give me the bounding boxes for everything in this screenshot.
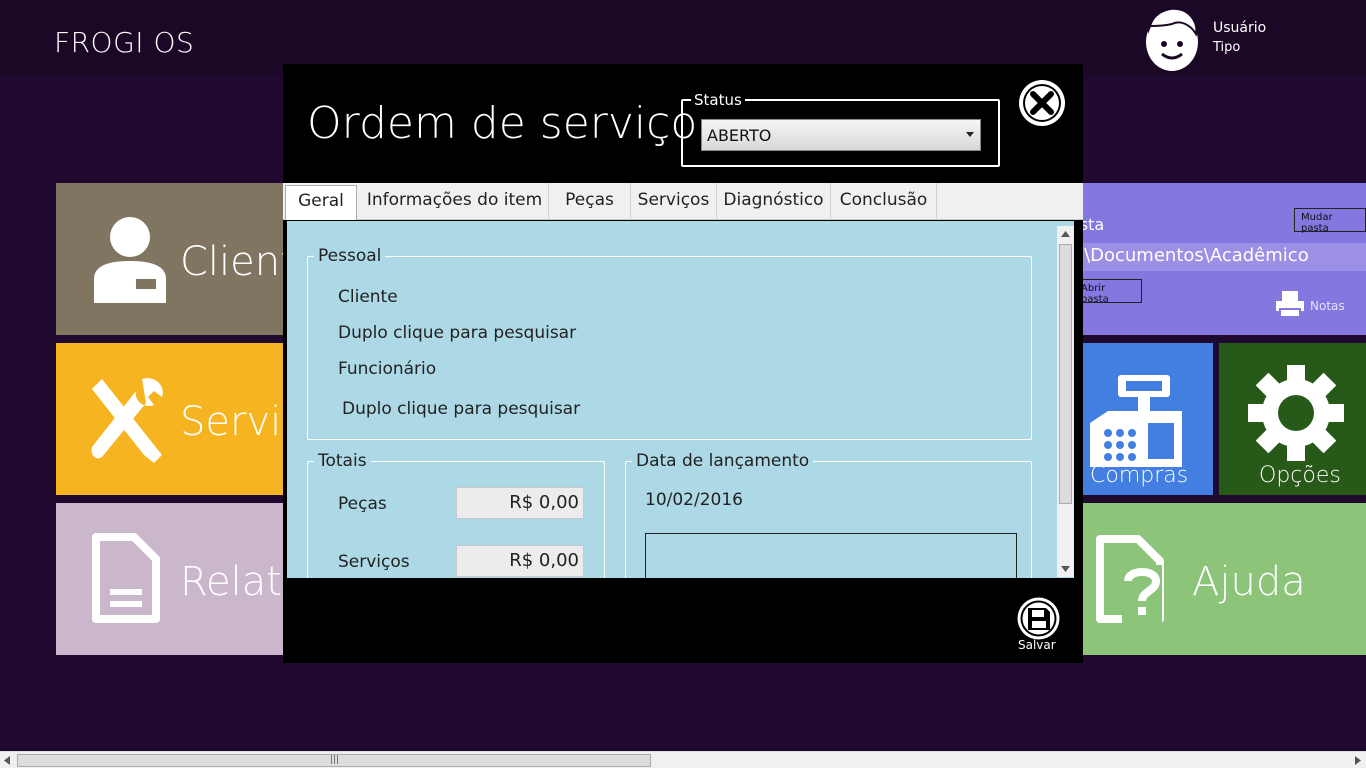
tab-pecas[interactable]: Peças bbox=[549, 183, 631, 220]
horizontal-scroll-thumb[interactable]: ||| bbox=[17, 754, 651, 767]
totais-group: Totais Peças R$ 0,00 Serviços R$ 0,00 bbox=[307, 451, 605, 578]
tile-ajuda[interactable]: Ajuda bbox=[1070, 503, 1366, 655]
tab-conclusao[interactable]: Conclusão bbox=[831, 183, 937, 220]
cliente-search-field[interactable]: Duplo clique para pesquisar bbox=[338, 323, 576, 343]
tile-pasta: asta Mudar pasta :\Documentos\Acadêmico … bbox=[1070, 183, 1366, 335]
tab-diagnostico[interactable]: Diagnóstico bbox=[717, 183, 831, 220]
tile-ajuda-label: Ajuda bbox=[1192, 559, 1306, 605]
data-lancamento-group: Data de lançamento 10/02/2016 bbox=[625, 451, 1032, 578]
scroll-down-icon[interactable] bbox=[1061, 566, 1070, 572]
scrollbar-thumb[interactable] bbox=[1059, 244, 1072, 504]
calendar-box[interactable] bbox=[645, 533, 1017, 578]
user-type: Tipo bbox=[1213, 40, 1241, 55]
tile-relatorios[interactable]: Relató bbox=[56, 503, 296, 655]
save-label[interactable]: Salvar bbox=[1018, 638, 1056, 652]
funcionario-label: Funcionário bbox=[338, 359, 437, 379]
scroll-left-icon[interactable] bbox=[4, 756, 10, 765]
dialog-title: Ordem de serviço bbox=[307, 98, 698, 149]
abrir-pasta-button[interactable]: Abrir pasta bbox=[1074, 279, 1142, 305]
cliente-label: Cliente bbox=[338, 287, 398, 307]
grip-icon: ||| bbox=[330, 755, 340, 765]
user-face-icon[interactable] bbox=[1140, 4, 1204, 72]
tile-relatorios-label: Relató bbox=[180, 559, 296, 605]
status-select[interactable]: ABERTO bbox=[701, 119, 981, 151]
tile-servicos-label: Serviço bbox=[180, 399, 296, 445]
user-name: Usuário bbox=[1213, 20, 1267, 36]
servicos-total-field[interactable]: R$ 0,00 bbox=[456, 545, 584, 577]
user-icon bbox=[94, 217, 166, 303]
status-value: ABERTO bbox=[707, 126, 772, 145]
tab-servicos[interactable]: Serviços bbox=[631, 183, 717, 220]
tile-servicos[interactable]: Serviço bbox=[56, 343, 296, 495]
tile-opcoes-label: Opções bbox=[1259, 463, 1341, 488]
tile-clientes[interactable]: Cliente bbox=[56, 183, 296, 335]
servicos-label: Serviços bbox=[338, 552, 410, 572]
close-icon[interactable] bbox=[1016, 77, 1068, 129]
geral-panel: Pessoal Cliente Duplo clique para pesqui… bbox=[287, 221, 1074, 578]
notas-label[interactable]: Notas bbox=[1310, 299, 1345, 313]
tab-informacoes-item[interactable]: Informações do item bbox=[361, 183, 549, 220]
tab-bar: Geral Informações do item Peças Serviços… bbox=[283, 183, 1083, 220]
scroll-right-icon[interactable] bbox=[1355, 756, 1361, 765]
data-lancamento-value[interactable]: 10/02/2016 bbox=[645, 490, 743, 510]
chevron-down-icon bbox=[966, 132, 974, 137]
window-horizontal-scrollbar[interactable]: ||| bbox=[0, 751, 1366, 768]
status-legend: Status bbox=[691, 91, 745, 109]
totais-legend: Totais bbox=[314, 451, 371, 471]
cash-register-icon bbox=[1090, 375, 1182, 467]
panel-scrollbar[interactable] bbox=[1057, 226, 1074, 577]
save-icon[interactable] bbox=[1016, 596, 1061, 641]
funcionario-search-field[interactable]: Duplo clique para pesquisar bbox=[342, 399, 580, 419]
tab-geral[interactable]: Geral bbox=[285, 185, 357, 220]
tile-opcoes[interactable]: Opções bbox=[1219, 343, 1366, 495]
status-group: Status ABERTO bbox=[681, 91, 1000, 167]
data-lancamento-legend: Data de lançamento bbox=[632, 451, 814, 471]
document-icon bbox=[92, 533, 160, 623]
pecas-total-field[interactable]: R$ 0,00 bbox=[456, 487, 584, 519]
mudar-pasta-button[interactable]: Mudar pasta bbox=[1294, 208, 1366, 234]
pasta-path: :\Documentos\Acadêmico bbox=[1070, 243, 1366, 271]
scroll-up-icon[interactable] bbox=[1061, 231, 1070, 237]
help-document-icon bbox=[1096, 535, 1164, 623]
tools-icon bbox=[91, 378, 163, 463]
pecas-label: Peças bbox=[338, 494, 387, 514]
pessoal-group: Pessoal Cliente Duplo clique para pesqui… bbox=[307, 246, 1032, 440]
tile-compras[interactable]: Compras bbox=[1070, 343, 1213, 495]
printer-icon[interactable] bbox=[1274, 289, 1306, 319]
gear-icon bbox=[1248, 365, 1344, 461]
ordem-servico-dialog: Ordem de serviço Status ABERTO Geral Inf… bbox=[283, 64, 1083, 663]
tile-clientes-label: Cliente bbox=[180, 239, 296, 285]
pessoal-legend: Pessoal bbox=[314, 246, 386, 266]
tile-compras-label: Compras bbox=[1090, 463, 1189, 488]
app-title: FROGI OS bbox=[54, 26, 195, 59]
